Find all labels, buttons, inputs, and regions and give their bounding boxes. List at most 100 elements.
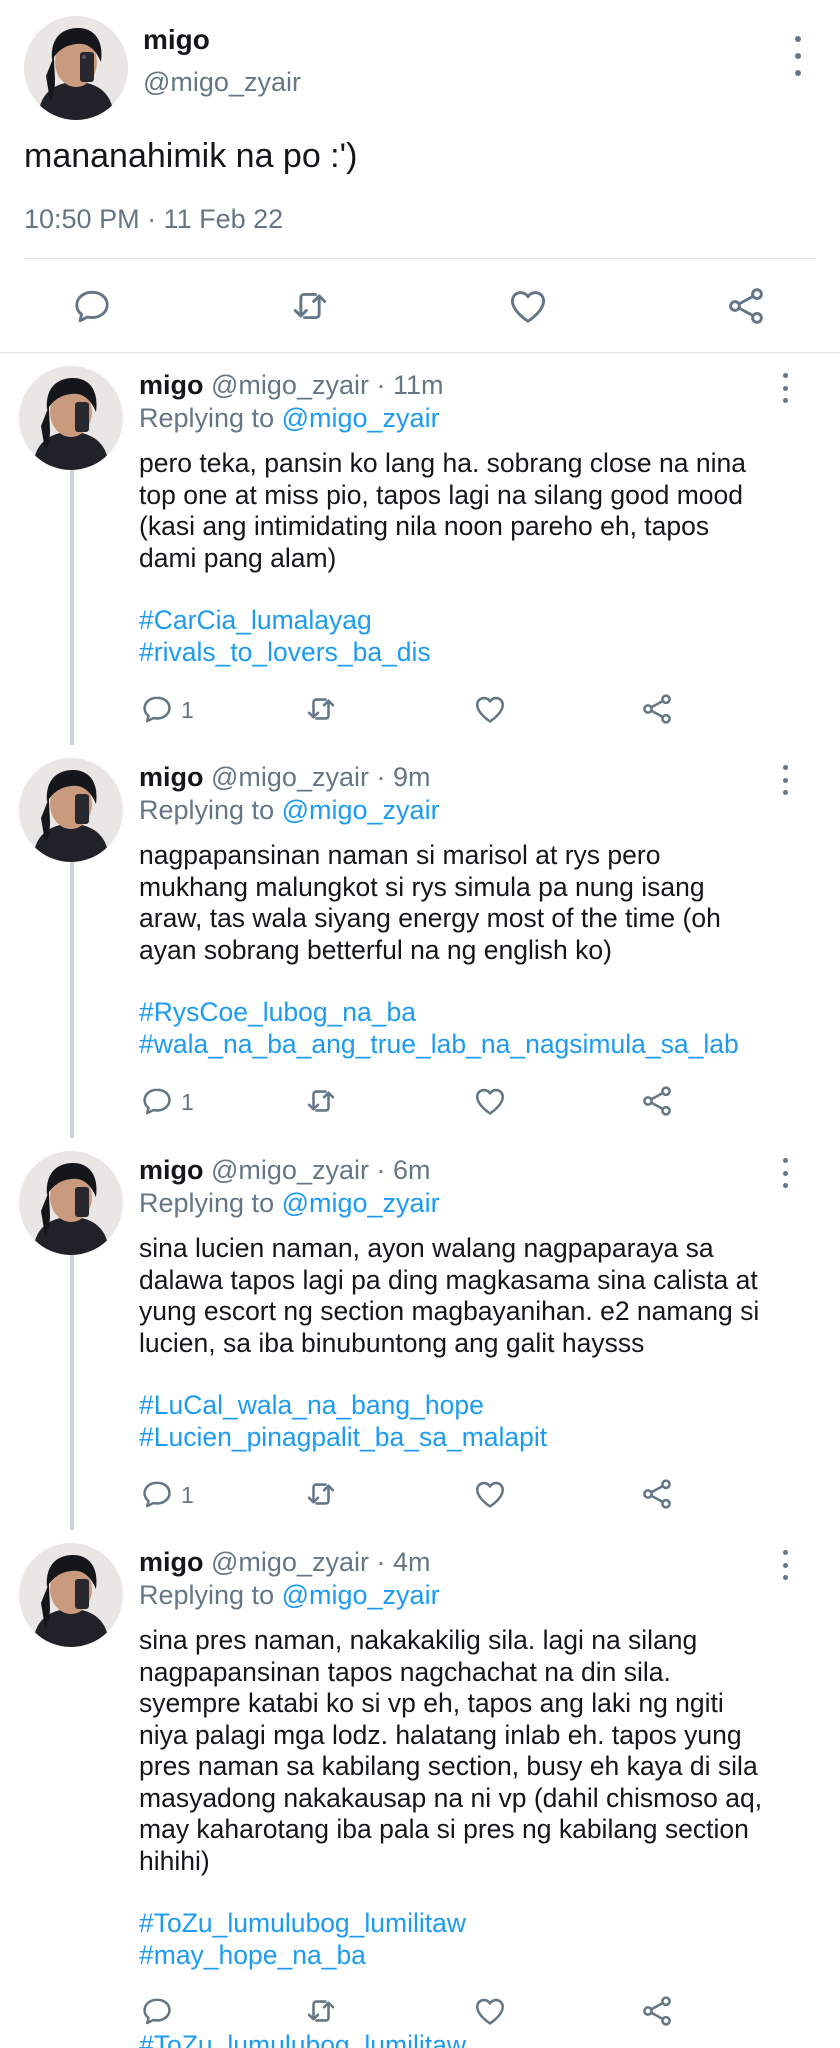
text-line: pero teka, pansin ko lang ha. sobrang cl… [139,448,746,478]
more-icon[interactable] [780,1158,790,1188]
hashtags: #LuCal_wala_na_bang_hope #Lucien_pinagpa… [139,1390,799,1453]
share-icon[interactable] [639,1083,675,1119]
reply-tweet[interactable]: migo @migo_zyair · 6m Replying to @migo_… [0,1138,840,1530]
reply-text: sina pres naman, nakakakilig sila. lagi … [139,1625,799,1971]
main-author-handle[interactable]: @migo_zyair [143,67,301,98]
more-icon[interactable] [780,1550,790,1580]
author-name[interactable]: migo [139,1155,204,1185]
replying-to-link[interactable]: @migo_zyair [282,795,440,825]
reply-icon[interactable]: 1 [139,1476,194,1512]
separator-dot: · [376,1547,386,1577]
share-icon[interactable] [639,1476,675,1512]
thread-line [70,1248,74,1530]
hashtag-link[interactable]: #ToZu_lumulubog_lumilitaw [139,1908,799,1940]
retweet-icon[interactable] [303,1083,339,1119]
reply-header: migo @migo_zyair · 11m [139,370,444,401]
replying-label: Replying to [139,403,275,433]
reply-time: 9m [393,762,431,792]
text-line: nagpapansinan tapos nagchachat na din si… [139,1656,671,1687]
divider [24,258,816,259]
hashtag-link[interactable]: #CarCia_lumalayag [139,605,799,637]
thread-line [70,855,74,1138]
avatar[interactable] [19,1543,123,1647]
share-icon[interactable] [639,1993,675,2029]
author-handle[interactable]: @migo_zyair [211,370,369,400]
main-tweet-timestamp: 10:50 PM · 11 Feb 22 [24,204,284,234]
text-line: masyadong nakakausap na ni vp (dahil chi… [139,1782,763,1813]
main-tweet-text: mananahimik na po :') [24,137,358,175]
reply-tweet[interactable]: migo @migo_zyair · 9m Replying to @migo_… [0,745,840,1138]
replying-label: Replying to [139,1188,275,1218]
reply-icon[interactable]: 1 [139,691,194,727]
action-bar: 1 [139,691,699,731]
hashtag-link[interactable]: #LuCal_wala_na_bang_hope [139,1390,799,1422]
replying-to: Replying to @migo_zyair [139,1580,440,1611]
reply-icon[interactable]: 1 [139,1083,194,1119]
text-line: top one at miss pio, tapos lagi na silan… [139,479,744,510]
author-handle[interactable]: @migo_zyair [211,1155,369,1185]
retweet-icon[interactable] [303,1476,339,1512]
author-name[interactable]: migo [139,762,204,792]
text-line: syempre katabi ko si vp eh, tapos ang la… [139,1688,724,1718]
replying-to-link[interactable]: @migo_zyair [282,1580,440,1610]
text-line: niya palagi mga lodz. halatang inlab eh.… [139,1719,742,1750]
heart-icon[interactable] [472,1993,508,2029]
text-line: araw, tas wala siyang energy most of the… [139,903,721,933]
hashtags: #RysCoe_lubog_na_ba #wala_na_ba_ang_true… [139,997,799,1060]
heart-icon[interactable] [472,1476,508,1512]
reply-icon[interactable] [139,1993,175,2029]
avatar[interactable] [19,758,123,862]
reply-header: migo @migo_zyair · 9m [139,762,431,793]
text-line: mukhang malungkot si rys simula pa nung … [139,871,705,902]
main-avatar[interactable] [24,16,128,120]
hashtags: #ToZu_lumulubog_lumilitaw #may_hope_na_b… [139,1908,799,1971]
retweet-icon[interactable] [288,284,332,328]
replying-to-link[interactable]: @migo_zyair [282,1188,440,1218]
share-icon[interactable] [639,691,675,727]
text-line: sina lucien naman, ayon walang nagpapara… [139,1233,714,1263]
more-icon[interactable] [780,373,790,403]
reply-tweet[interactable]: migo @migo_zyair · 4m Replying to @migo_… [0,1530,840,2048]
avatar[interactable] [19,1151,123,1255]
share-icon[interactable] [724,284,768,328]
hashtag-link[interactable]: #Lucien_pinagpalit_ba_sa_malapit [139,1422,799,1454]
reply-text: nagpapansinan naman si marisol at rys pe… [139,840,799,1060]
hashtag-link[interactable]: #RysCoe_lubog_na_ba [139,997,799,1029]
retweet-icon[interactable] [303,691,339,727]
more-icon[interactable] [792,36,804,76]
text-line: (kasi ang intimidating nila noon pareho … [139,511,710,541]
reply-header: migo @migo_zyair · 4m [139,1547,431,1578]
avatar[interactable] [19,366,123,470]
hashtag-link[interactable]: #wala_na_ba_ang_true_lab_na_nagsimula_sa… [139,1029,799,1061]
hashtag-link[interactable]: #rivals_to_lovers_ba_dis [139,637,799,669]
replying-to-link[interactable]: @migo_zyair [282,403,440,433]
hashtag-link[interactable]: #may_hope_na_ba [139,1940,799,1972]
author-name[interactable]: migo [139,370,204,400]
heart-icon[interactable] [472,691,508,727]
text-line: nagpapansinan naman si marisol at rys pe… [139,840,661,870]
reply-count: 1 [181,1482,194,1508]
author-name[interactable]: migo [139,1547,204,1577]
heart-icon[interactable] [472,1083,508,1119]
text-line: dalawa tapos lagi pa ding magkasama sina… [139,1264,758,1295]
cut-off-hashtag[interactable]: #ToZu_lumulubog_lumilitaw [139,2030,466,2048]
reply-time: 6m [393,1155,431,1185]
separator-dot: · [376,370,386,400]
author-handle[interactable]: @migo_zyair [211,1547,369,1577]
retweet-icon[interactable] [303,1993,339,2029]
heart-icon[interactable] [506,284,550,328]
more-icon[interactable] [780,765,790,795]
text-line: pres naman sa kabilang section, busy eh … [139,1751,758,1781]
hashtags: #CarCia_lumalayag #rivals_to_lovers_ba_d… [139,605,799,668]
reply-icon[interactable] [70,284,114,328]
author-handle[interactable]: @migo_zyair [211,762,369,792]
reply-time: 11m [393,370,444,400]
text-line: lucien, sa iba binubuntong ang galit hay… [139,1327,645,1358]
text-line: yung escort ng section magbayanihan. e2 … [139,1296,760,1326]
action-bar [139,1993,699,2033]
replying-label: Replying to [139,1580,275,1610]
reply-count: 1 [181,1089,194,1115]
text-line: dami pang alam) [139,542,337,573]
reply-tweet[interactable]: migo @migo_zyair · 11m Replying to @migo… [0,353,840,745]
main-author-name[interactable]: migo [143,24,210,56]
